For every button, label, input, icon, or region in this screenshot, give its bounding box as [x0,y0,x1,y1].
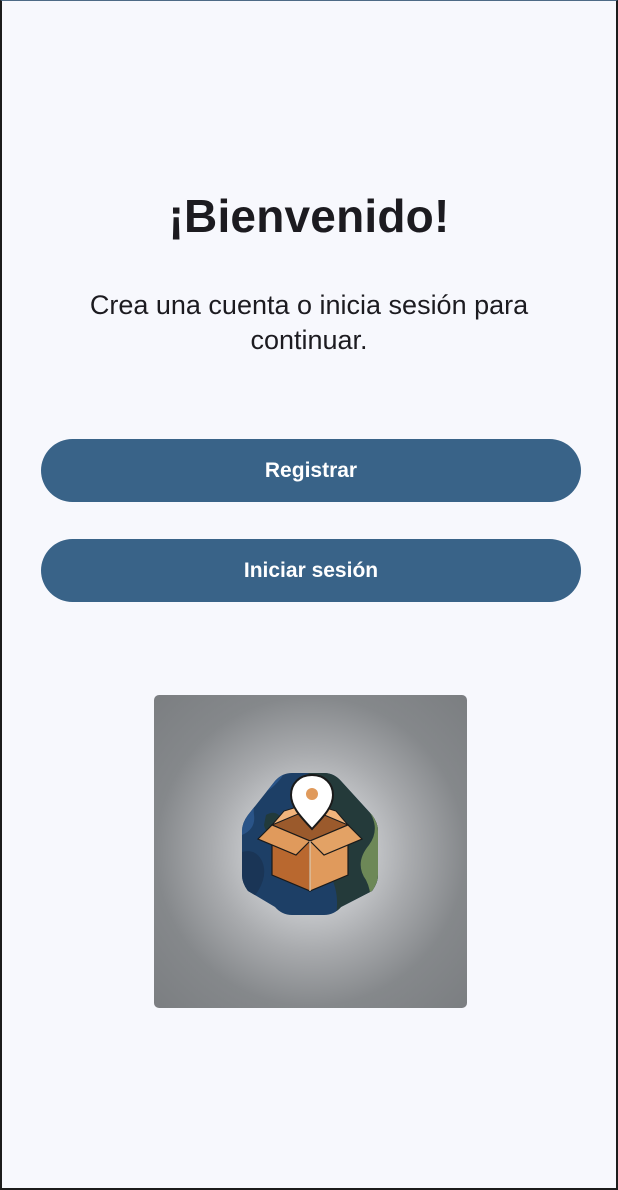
register-button[interactable]: Registrar [41,439,581,502]
login-button-label: Iniciar sesión [243,558,379,582]
app-logo [154,695,467,1008]
app-screen: ¡Bienvenido! Crea una cuenta o inicia se… [0,0,618,1190]
register-button-label: Registrar [264,458,358,482]
globe-box-location-icon [242,773,378,915]
welcome-subtitle: Crea una cuenta o inicia sesión para con… [89,290,529,355]
login-button[interactable]: Iniciar sesión [41,539,581,602]
welcome-title: ¡Bienvenido! [168,190,450,242]
